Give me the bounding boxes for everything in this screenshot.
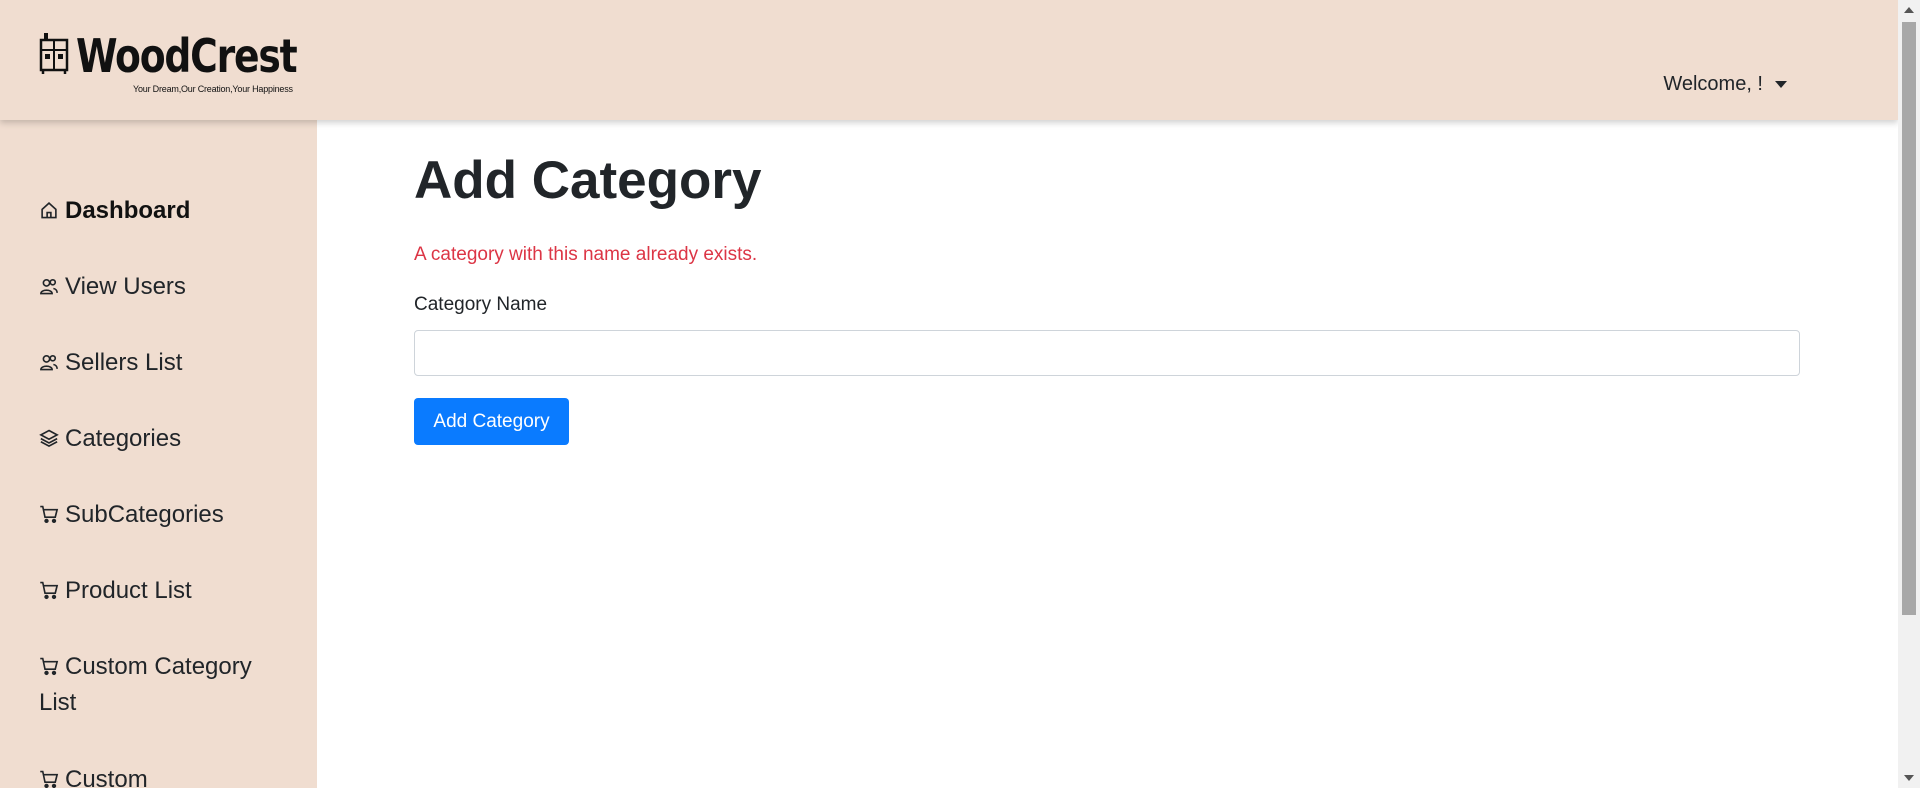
scroll-down-arrow-icon[interactable] [1904, 775, 1914, 781]
cart-icon [40, 770, 59, 788]
page-title: Add Category [414, 151, 762, 210]
home-icon [41, 201, 57, 218]
sidebar-item-label: Custom [65, 766, 148, 788]
cart-icon [40, 581, 59, 599]
sidebar-item-label: Dashboard [65, 197, 191, 224]
sidebar: Dashboard View Users Sellers List Catego… [0, 120, 317, 788]
category-name-label: Category Name [414, 294, 548, 315]
sidebar-item-label: Categories [65, 425, 182, 452]
sidebar-item-subcategories[interactable]: SubCategories [39, 497, 294, 533]
cart-icon [40, 505, 59, 523]
sidebar-item-product-list[interactable]: Product List [39, 573, 294, 609]
brand-logo[interactable]: WoodCrest Your Dream,Our Creation,Your H… [38, 28, 298, 98]
page-scrollbar[interactable] [1898, 0, 1920, 788]
brand-name: WoodCrest [76, 29, 298, 83]
layers-icon [39, 429, 59, 447]
add-category-button[interactable]: Add Category [414, 398, 569, 445]
furniture-icon [39, 33, 69, 74]
scroll-up-arrow-icon[interactable] [1904, 7, 1914, 13]
welcome-text: Welcome, ! [1663, 73, 1763, 95]
sidebar-item-custom[interactable]: Custom [39, 762, 294, 788]
top-navbar: WoodCrest Your Dream,Our Creation,Your H… [0, 0, 1898, 120]
sidebar-item-label: View Users [65, 273, 186, 300]
sidebar-item-dashboard[interactable]: Dashboard [39, 193, 294, 229]
error-message: A category with this name already exists… [414, 244, 758, 265]
category-name-input[interactable] [414, 330, 1800, 376]
user-menu-toggle[interactable]: Welcome, ! [1663, 73, 1787, 96]
sidebar-item-custom-category-list[interactable]: Custom Category List [39, 649, 294, 721]
brand-tagline: Your Dream,Our Creation,Your Happiness [133, 84, 293, 94]
sidebar-item-categories[interactable]: Categories [39, 421, 294, 457]
users-icon [40, 278, 58, 294]
sidebar-item-label: Sellers List [65, 349, 183, 376]
scrollbar-thumb[interactable] [1902, 22, 1916, 615]
sidebar-item-view-users[interactable]: View Users [39, 269, 294, 305]
sidebar-item-label: Custom Category List [39, 653, 252, 716]
caret-down-icon [1775, 81, 1787, 88]
sidebar-item-sellers-list[interactable]: Sellers List [39, 345, 294, 381]
sidebar-item-label: SubCategories [65, 501, 224, 528]
cart-icon [40, 657, 59, 675]
users-icon [40, 354, 58, 370]
sidebar-item-label: Product List [65, 577, 192, 604]
